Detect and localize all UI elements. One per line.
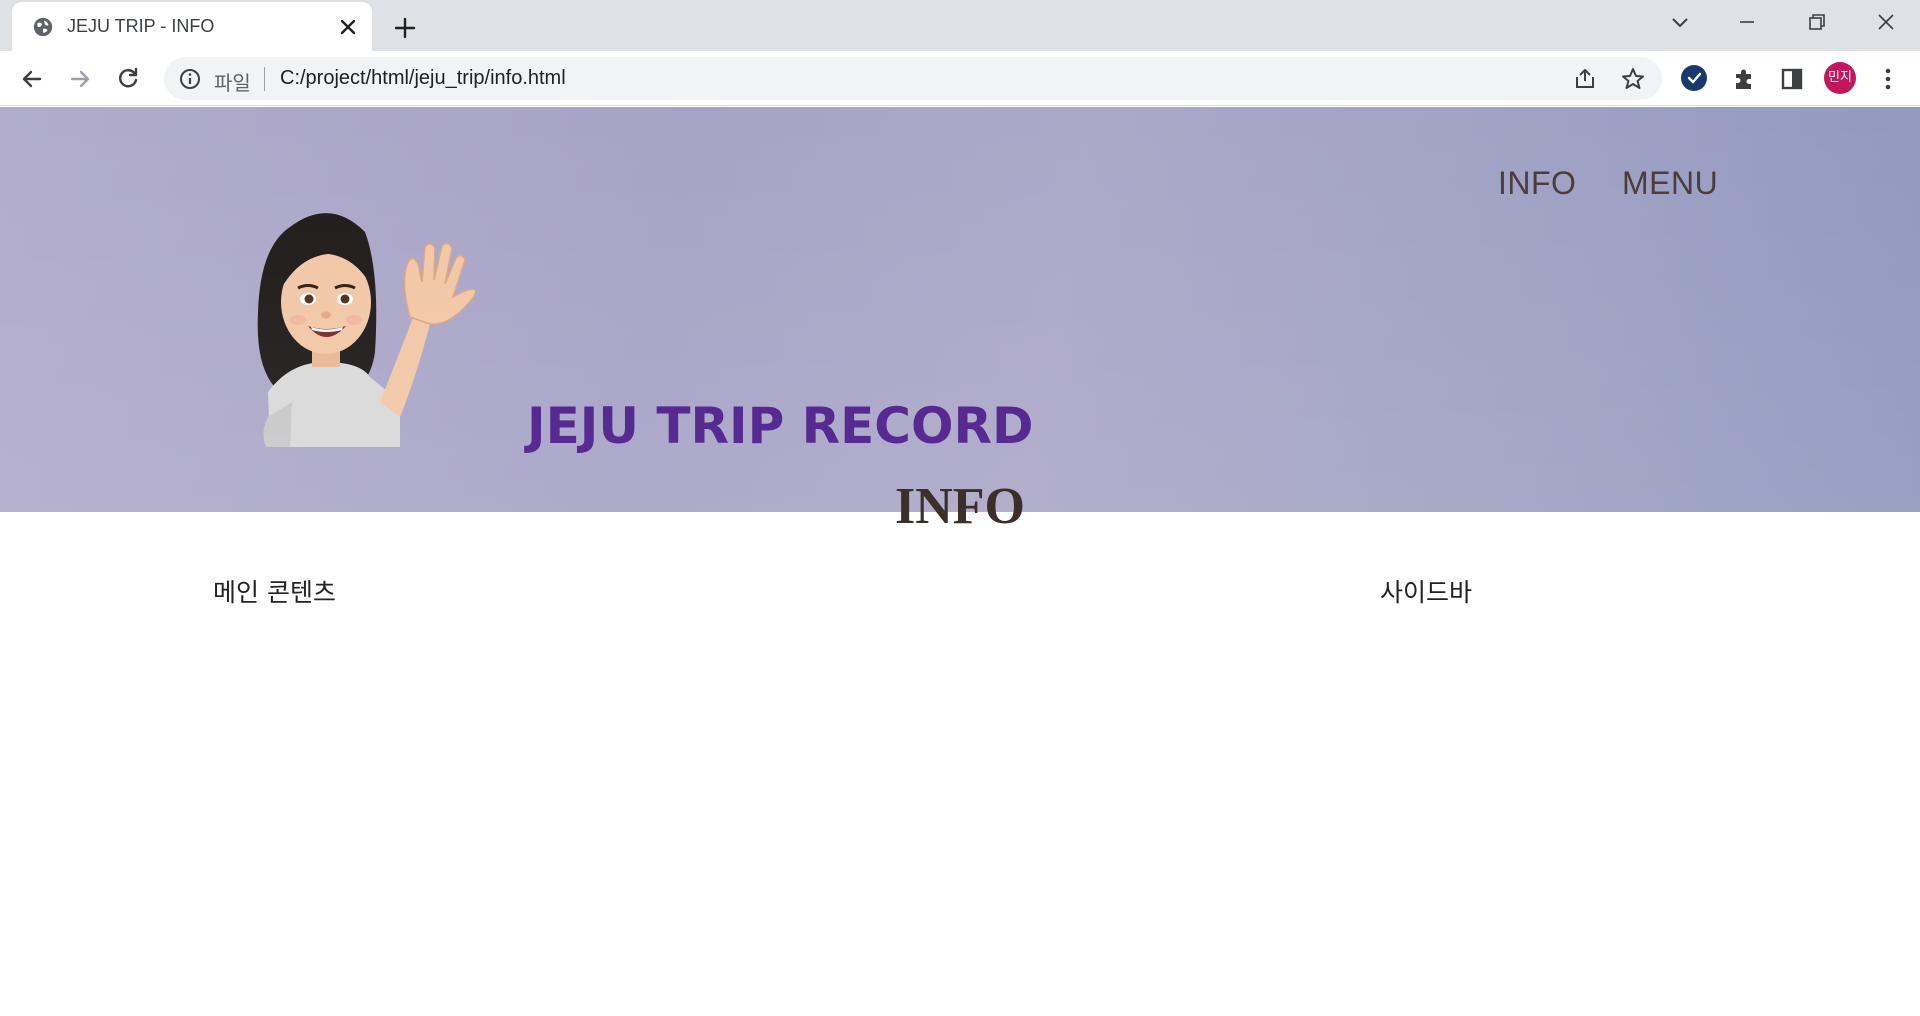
back-arrow-icon[interactable] (18, 65, 46, 93)
globe-icon (33, 17, 53, 37)
sidebar-label: 사이드바 (1380, 578, 1473, 607)
main-content-label: 메인 콘텐츠 (213, 578, 336, 607)
address-label: 파일 (214, 71, 251, 95)
web-page: INFO MENU JEJU TRIP RECORD INFO 메인 콘텐츠 사… (0, 107, 1920, 1016)
tab-strip: JEJU TRIP - INFO (0, 0, 1920, 51)
page-title: INFO (895, 478, 1025, 535)
window-close-icon[interactable] (1866, 8, 1906, 38)
info-icon[interactable] (178, 67, 202, 91)
header-banner: INFO MENU JEJU TRIP RECORD (0, 107, 1920, 512)
puzzle-extensions-icon[interactable] (1730, 65, 1758, 93)
share-icon[interactable] (1572, 66, 1598, 92)
site-title: JEJU TRIP RECORD (527, 397, 1034, 455)
extension-check-icon[interactable] (1681, 65, 1707, 91)
forward-arrow-icon[interactable] (66, 65, 94, 93)
bookmark-star-icon[interactable] (1620, 66, 1646, 92)
tab-search-chevron-icon[interactable] (1660, 8, 1700, 38)
browser-toolbar: 파일 C:/project/html/jeju_trip/info.html 민… (0, 51, 1920, 106)
minimize-icon[interactable] (1727, 8, 1767, 38)
browser-tab-active[interactable]: JEJU TRIP - INFO (12, 2, 372, 51)
waving-girl-avatar (257, 213, 477, 447)
address-bar[interactable]: 파일 C:/project/html/jeju_trip/info.html (164, 57, 1662, 100)
nav-link-info[interactable]: INFO (1498, 165, 1576, 202)
profile-avatar[interactable]: 민지 (1824, 62, 1856, 94)
more-menu-icon[interactable] (1874, 65, 1902, 93)
reload-icon[interactable] (114, 65, 142, 93)
new-tab-icon[interactable] (390, 13, 420, 43)
nav-link-menu[interactable]: MENU (1622, 165, 1718, 202)
restore-icon[interactable] (1796, 8, 1836, 38)
url-text[interactable]: C:/project/html/jeju_trip/info.html (280, 67, 566, 90)
close-icon[interactable] (336, 15, 360, 39)
tab-title: JEJU TRIP - INFO (67, 16, 215, 36)
side-panel-icon[interactable] (1778, 65, 1806, 93)
address-separator (264, 67, 265, 91)
